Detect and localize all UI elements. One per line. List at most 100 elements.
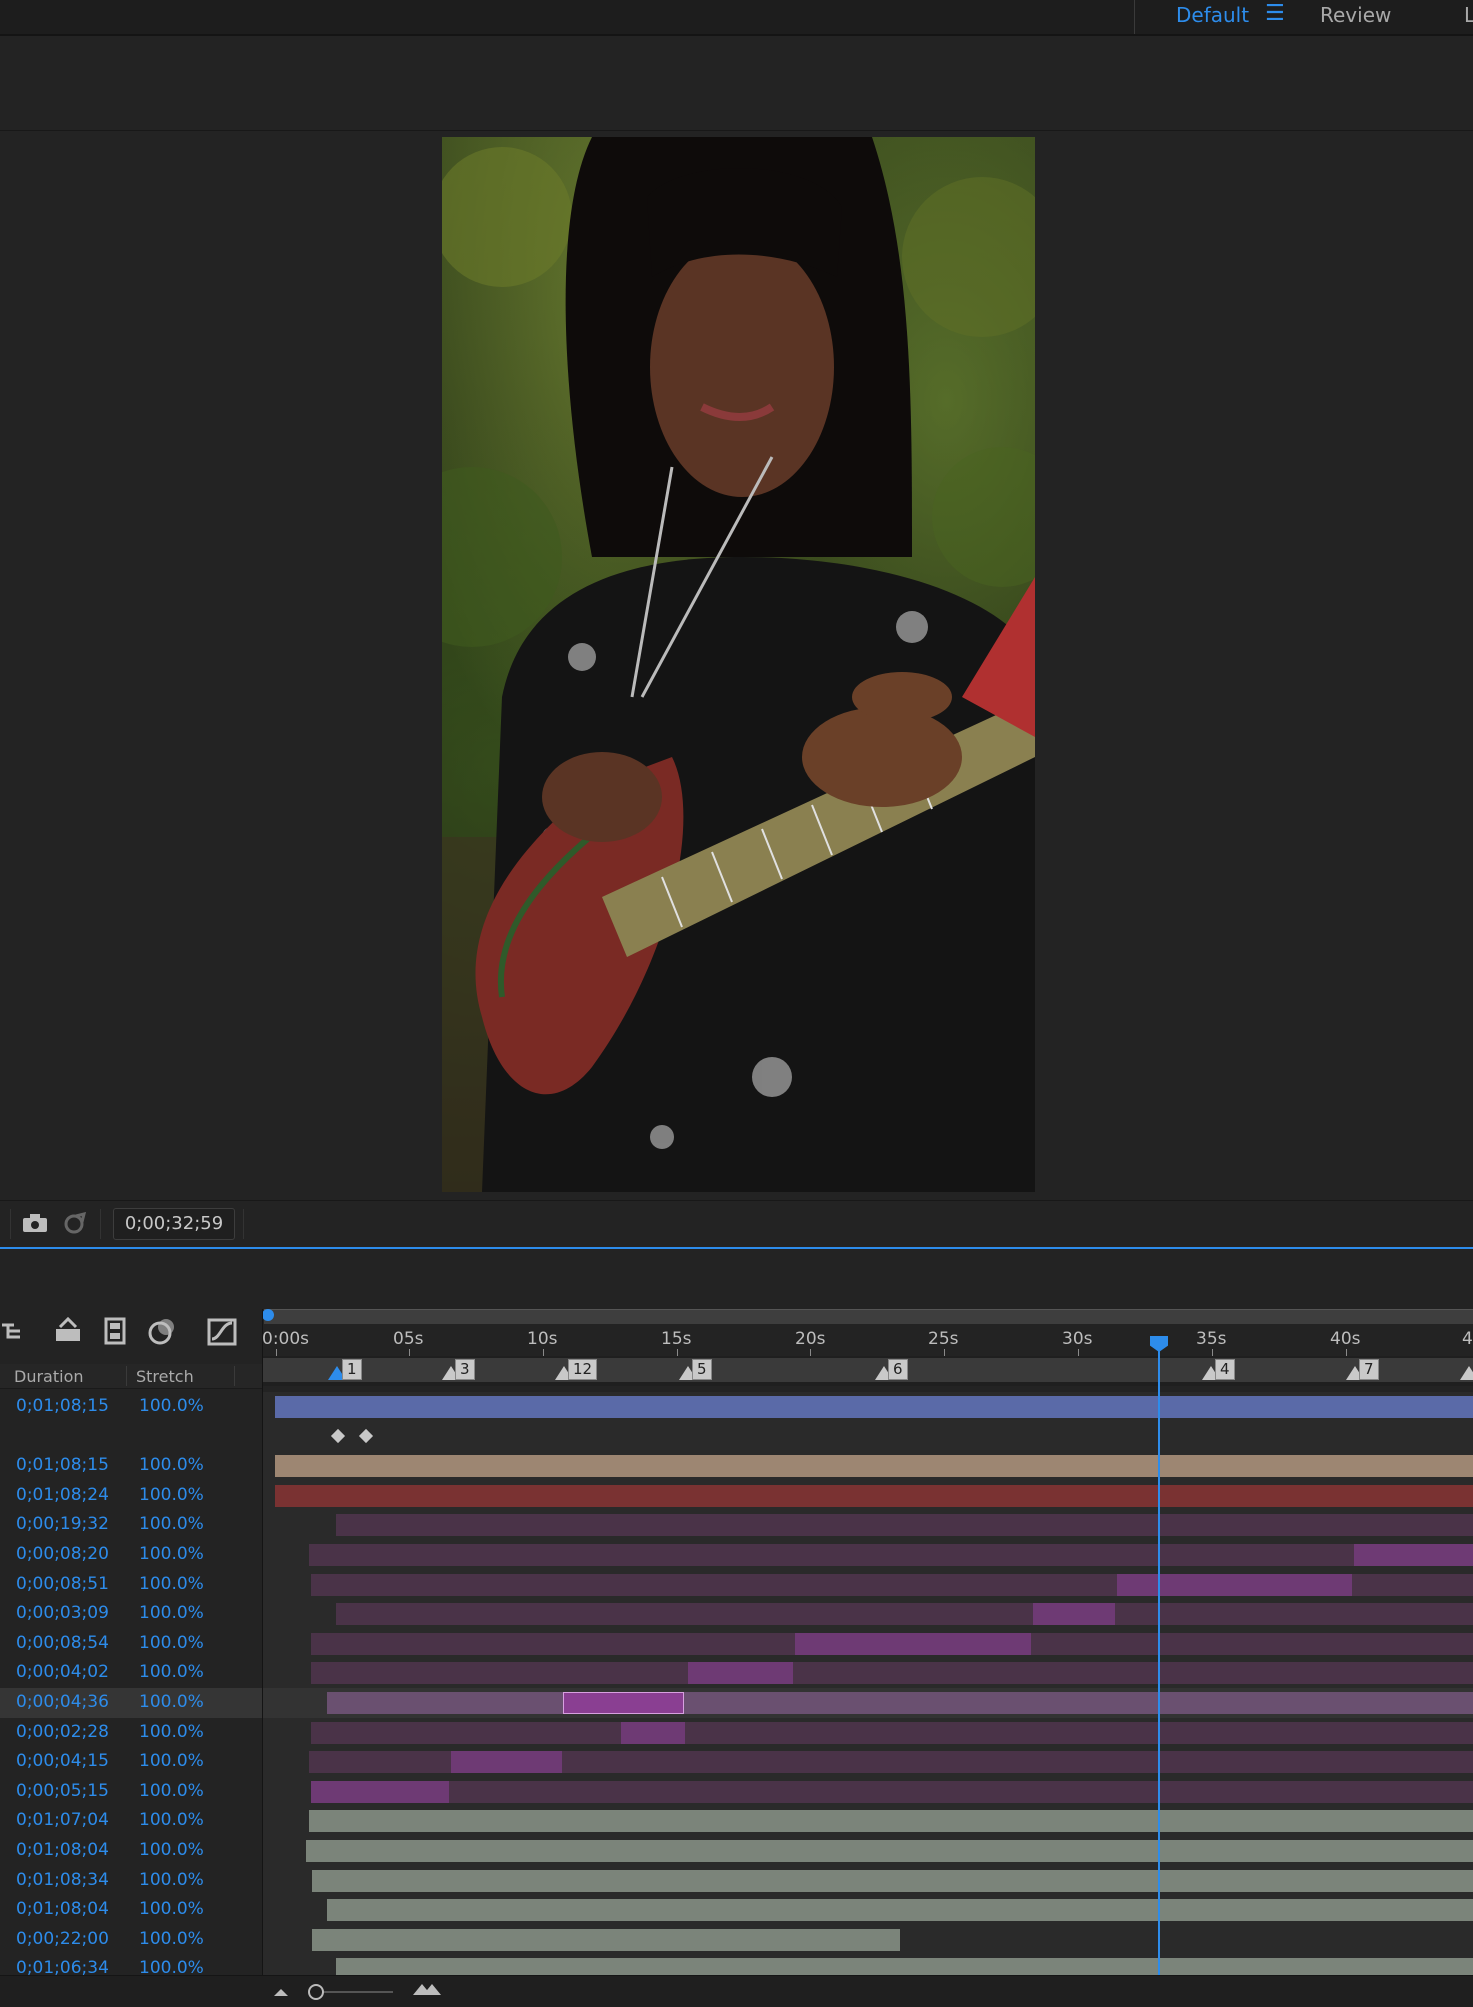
layer-bar[interactable]: [327, 1899, 1473, 1922]
layer-stretch[interactable]: 100.0%: [139, 1751, 204, 1771]
layer-duration[interactable]: 0;00;03;09: [16, 1603, 109, 1623]
stretch-column-header[interactable]: Stretch: [136, 1367, 194, 1386]
layer-duration[interactable]: 0;00;08;20: [16, 1544, 109, 1564]
layer-stretch[interactable]: 100.0%: [139, 1958, 204, 1975]
layer-duration[interactable]: 0;00;08;54: [16, 1633, 109, 1653]
layer-stretch[interactable]: 100.0%: [139, 1485, 204, 1505]
layer-row[interactable]: 0;01;08;15 100.0%: [0, 1392, 1473, 1423]
marker-pin[interactable]: [1460, 1366, 1473, 1380]
comp-marker[interactable]: 1: [342, 1359, 362, 1380]
layer-duration[interactable]: 0;01;08;15: [16, 1455, 109, 1475]
layer-row[interactable]: 0;01;08;34 100.0%: [0, 1865, 1473, 1897]
layer-bar[interactable]: [309, 1810, 1473, 1833]
zoom-slider[interactable]: [313, 1991, 393, 1993]
comp-marker[interactable]: 4: [1215, 1359, 1235, 1380]
draft-3d-icon[interactable]: [146, 1315, 178, 1347]
zoom-slider-knob[interactable]: [308, 1984, 324, 2000]
layer-bar[interactable]: [336, 1514, 1473, 1537]
duration-column-header[interactable]: Duration: [14, 1367, 84, 1386]
layer-row[interactable]: 0;00;04;02 100.0%: [0, 1658, 1473, 1689]
layer-row[interactable]: 0;00;04;15 100.0%: [0, 1747, 1473, 1778]
comp-marker[interactable]: 12: [568, 1359, 598, 1380]
keyframe[interactable]: [358, 1428, 374, 1443]
layer-row[interactable]: 0;01;08;15 100.0%: [0, 1451, 1473, 1482]
layer-bar[interactable]: [312, 1869, 1473, 1892]
layer-bar[interactable]: [311, 1721, 1473, 1744]
layer-duration[interactable]: 0;01;06;34: [16, 1958, 109, 1975]
layer-stretch[interactable]: 100.0%: [139, 1870, 204, 1890]
layer-stretch[interactable]: 100.0%: [139, 1840, 204, 1860]
layer-row[interactable]: 0;00;03;09 100.0%: [0, 1599, 1473, 1630]
layer-row[interactable]: 0;00;08;51 100.0%: [0, 1569, 1473, 1601]
layer-duration[interactable]: 0;00;08;51: [16, 1574, 109, 1594]
layer-duration[interactable]: 0;01;07;04: [16, 1810, 109, 1830]
layer-duration[interactable]: 0;01;08;34: [16, 1870, 109, 1890]
layer-active-segment[interactable]: [621, 1721, 685, 1744]
current-timecode[interactable]: 0;00;32;59: [113, 1208, 235, 1240]
layer-stretch[interactable]: 100.0%: [139, 1810, 204, 1830]
layer-active-segment[interactable]: [1117, 1573, 1352, 1596]
layer-stretch[interactable]: 100.0%: [139, 1899, 204, 1919]
shy-layers-icon[interactable]: [0, 1315, 32, 1347]
snapshot-icon[interactable]: [62, 1211, 88, 1238]
layer-bar[interactable]: [306, 1840, 1473, 1862]
comp-marker[interactable]: 6: [888, 1359, 908, 1380]
layer-bar[interactable]: [275, 1455, 1473, 1478]
layer-row[interactable]: 0;00;08;54 100.0%: [0, 1628, 1473, 1660]
layer-stretch[interactable]: 100.0%: [139, 1722, 204, 1742]
motion-blur-icon[interactable]: [100, 1315, 132, 1347]
layer-active-segment[interactable]: [795, 1632, 1031, 1655]
layer-duration[interactable]: 0;01;08;04: [16, 1899, 109, 1919]
layer-active-segment[interactable]: [1354, 1544, 1473, 1566]
layer-stretch[interactable]: 100.0%: [139, 1633, 204, 1653]
layer-row[interactable]: 0;00;22;00 100.0%: [0, 1924, 1473, 1956]
comp-marker[interactable]: 7: [1359, 1359, 1379, 1380]
layer-duration[interactable]: 0;00;02;28: [16, 1722, 109, 1742]
layer-duration[interactable]: 0;00;22;00: [16, 1929, 109, 1949]
video-frame[interactable]: [442, 137, 1035, 1192]
work-area-bar[interactable]: [264, 1309, 1473, 1324]
workspace-review-tab[interactable]: Review: [1320, 3, 1391, 27]
layer-stretch[interactable]: 100.0%: [139, 1929, 204, 1949]
work-area-start-handle[interactable]: [262, 1309, 274, 1321]
layer-active-segment[interactable]: [451, 1751, 562, 1774]
layer-bar[interactable]: [309, 1544, 1473, 1566]
layer-stretch[interactable]: 100.0%: [139, 1692, 204, 1712]
layer-stretch[interactable]: 100.0%: [139, 1544, 204, 1564]
layer-active-segment[interactable]: [688, 1662, 793, 1685]
keyframe[interactable]: [330, 1428, 346, 1443]
camera-icon[interactable]: [22, 1213, 48, 1237]
layer-row[interactable]: 0;00;02;28 100.0%: [0, 1717, 1473, 1749]
layer-row[interactable]: 0;01;07;04 100.0%: [0, 1806, 1473, 1837]
workspace-default-tab[interactable]: Default: [1176, 3, 1249, 27]
layer-duration[interactable]: 0;00;19;32: [16, 1514, 109, 1534]
layer-bar[interactable]: [327, 1692, 1473, 1714]
layer-duration[interactable]: 0;01;08;15: [16, 1396, 109, 1416]
layer-duration[interactable]: 0;00;04;36: [16, 1692, 109, 1712]
layer-row-selected[interactable]: 0;00;04;36 100.0%: [0, 1688, 1473, 1719]
layer-stretch[interactable]: 100.0%: [139, 1662, 204, 1682]
layer-bar[interactable]: [311, 1662, 1473, 1685]
layer-row[interactable]: 0;00;19;32 100.0%: [0, 1510, 1473, 1541]
layer-row[interactable]: 0;01;08;04 100.0%: [0, 1836, 1473, 1867]
layer-duration[interactable]: 0;01;08;04: [16, 1840, 109, 1860]
layer-bar[interactable]: [336, 1603, 1473, 1626]
layer-stretch[interactable]: 100.0%: [139, 1603, 204, 1623]
layer-row[interactable]: 0;01;08;24 100.0%: [0, 1480, 1473, 1512]
comp-marker-track[interactable]: 1 3 12 5 6 4 7: [262, 1356, 1473, 1386]
layer-duration[interactable]: 0;01;08;24: [16, 1485, 109, 1505]
layer-bar[interactable]: [312, 1928, 900, 1951]
layer-active-segment[interactable]: [563, 1692, 684, 1714]
layer-row[interactable]: 0;01;06;34 100.0%: [0, 1954, 1473, 1975]
zoom-in-icon[interactable]: [412, 1981, 442, 2001]
comp-marker[interactable]: 3: [455, 1359, 475, 1380]
layer-active-segment[interactable]: [1033, 1603, 1115, 1626]
layer-row[interactable]: 0;00;08;20 100.0%: [0, 1540, 1473, 1571]
frame-blending-icon[interactable]: [52, 1315, 84, 1347]
layer-bar[interactable]: [275, 1484, 1473, 1507]
layer-stretch[interactable]: 100.0%: [139, 1781, 204, 1801]
time-ruler[interactable]: 0:00s 05s 10s 15s 20s 25s 30s 35s 40s 4: [262, 1324, 1473, 1357]
layer-stretch[interactable]: 100.0%: [139, 1455, 204, 1475]
layer-duration[interactable]: 0;00;05;15: [16, 1781, 109, 1801]
graph-editor-icon[interactable]: [206, 1315, 238, 1347]
